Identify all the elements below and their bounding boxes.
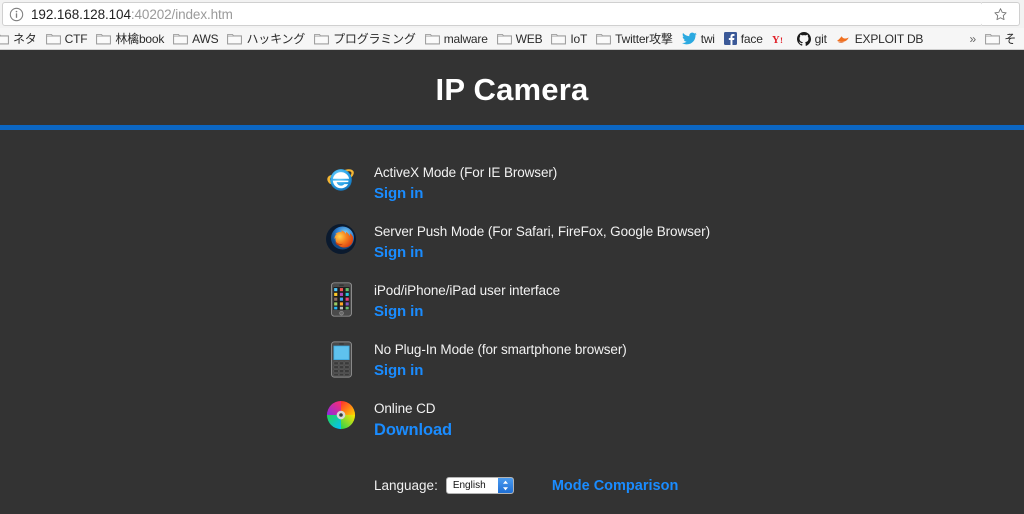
mode-row-activex: ActiveX Mode (For IE Browser) Sign in xyxy=(322,162,1024,221)
ip-camera-page: IP Camera ActiveX Mode (For IE Browser) … xyxy=(0,50,1024,513)
mode-list: ActiveX Mode (For IE Browser) Sign in Se… xyxy=(0,130,1024,457)
svg-text:!: ! xyxy=(780,35,783,45)
svg-text:Y: Y xyxy=(772,35,780,45)
info-circle-icon[interactable] xyxy=(9,7,24,22)
yahoo-bookmark-icon-item[interactable]: Y ! xyxy=(769,29,794,49)
folder-icon xyxy=(551,32,567,45)
bookmark-item[interactable]: AWS xyxy=(170,29,224,49)
cd-disc-icon xyxy=(322,398,360,430)
mode-text: ActiveX Mode (For IE Browser) Sign in xyxy=(374,162,557,202)
bookmark-label: ネタ xyxy=(13,32,37,46)
folder-icon xyxy=(173,32,189,45)
folder-icon xyxy=(424,32,440,45)
bookmark-item[interactable]: WEB xyxy=(494,29,549,49)
bookmark-item[interactable]: Twitter攻撃 xyxy=(593,29,679,49)
bookmark-label: twi xyxy=(700,31,715,46)
language-select[interactable]: English xyxy=(445,477,514,494)
bookmarks-overflow-button[interactable]: » xyxy=(964,32,983,46)
twitter-icon xyxy=(681,32,697,45)
bookmark-item[interactable]: ネタ xyxy=(0,29,43,49)
bookmark-label: WEB xyxy=(515,31,543,46)
folder-icon xyxy=(496,32,512,45)
mode-text: iPod/iPhone/iPad user interface Sign in xyxy=(374,280,560,320)
other-bookmarks-item[interactable]: そ xyxy=(982,29,1022,49)
bookmark-item[interactable]: ハッキング xyxy=(224,29,311,49)
bookmark-label: 林檎book xyxy=(115,32,165,46)
address-bar-url: 192.168.128.104:40202/index.htm xyxy=(31,7,233,22)
bookmark-label: ハッキング xyxy=(246,32,306,46)
bookmarks-overflow: » そ xyxy=(964,29,1024,49)
mode-text: Server Push Mode (For Safari, FireFox, G… xyxy=(374,221,710,261)
bookmark-label: face xyxy=(740,31,763,46)
address-bar[interactable]: 192.168.128.104:40202/index.htm xyxy=(2,2,983,26)
browser-chrome: 192.168.128.104:40202/index.htm ネタ CTF 林… xyxy=(0,0,1024,50)
mode-description: ActiveX Mode (For IE Browser) xyxy=(374,165,558,180)
address-bar-host: 192.168.128.104 xyxy=(31,6,131,22)
folder-icon xyxy=(596,32,611,45)
bookmark-label: IoT xyxy=(570,31,588,46)
bookmark-label: AWS xyxy=(192,31,219,46)
bookmark-star-button[interactable] xyxy=(982,2,1020,26)
bookmark-item[interactable]: プログラミング xyxy=(311,29,422,49)
mode-row-online-cd: Online CD Download xyxy=(322,398,1024,457)
bookmark-label: Twitter攻撃 xyxy=(615,32,673,46)
bookmark-label: CTF xyxy=(64,31,88,46)
other-bookmarks-label: そ xyxy=(1004,32,1016,46)
mode-description: Online CD xyxy=(374,401,436,416)
download-link[interactable]: Download xyxy=(374,421,452,440)
mode-row-ios: iPod/iPhone/iPad user interface Sign in xyxy=(322,280,1024,339)
sign-in-link-no-plugin[interactable]: Sign in xyxy=(374,362,627,379)
iphone-icon xyxy=(322,280,360,317)
mode-row-no-plugin: No Plug-In Mode (for smartphone browser)… xyxy=(322,339,1024,398)
bookmark-item[interactable]: git xyxy=(794,29,833,49)
bookmark-item[interactable]: EXPLOIT DB xyxy=(833,29,929,49)
mode-description: iPod/iPhone/iPad user interface xyxy=(374,283,561,298)
folder-icon xyxy=(227,32,243,45)
bookmark-label: malware xyxy=(443,31,488,46)
bookmark-star-icon xyxy=(994,7,1007,20)
sign-in-link-ios[interactable]: Sign in xyxy=(374,303,560,320)
mode-description: Server Push Mode (For Safari, FireFox, G… xyxy=(374,224,710,239)
address-bar-path: :40202/index.htm xyxy=(130,6,233,22)
bookmark-label: git xyxy=(814,31,827,46)
page-title: IP Camera xyxy=(435,72,589,107)
language-label: Language: xyxy=(374,478,438,493)
facebook-icon xyxy=(723,32,737,45)
bookmark-label: EXPLOIT DB xyxy=(854,31,924,46)
folder-icon xyxy=(0,32,9,45)
bookmark-label: プログラミング xyxy=(333,32,416,46)
mode-description: No Plug-In Mode (for smartphone browser) xyxy=(374,342,627,357)
bookmark-item[interactable]: CTF xyxy=(43,29,94,49)
folder-icon xyxy=(314,32,329,45)
sign-in-link-activex[interactable]: Sign in xyxy=(374,185,557,202)
bookmark-item[interactable]: face xyxy=(721,29,769,49)
sign-in-link-server-push[interactable]: Sign in xyxy=(374,244,710,261)
mode-text: No Plug-In Mode (for smartphone browser)… xyxy=(374,339,627,379)
folder-icon xyxy=(45,32,61,45)
mode-text: Online CD Download xyxy=(374,398,452,440)
firefox-icon xyxy=(322,221,360,255)
bookmark-item[interactable]: 林檎book xyxy=(93,29,170,49)
mode-row-server-push: Server Push Mode (For Safari, FireFox, G… xyxy=(322,221,1024,280)
bookmarks-bar: ネタ CTF 林檎book AWS ハッキング プログラミング malware … xyxy=(0,28,1024,50)
bookmark-item[interactable]: IoT xyxy=(548,29,593,49)
bookmark-item[interactable]: twi xyxy=(679,29,721,49)
yahoo-icon: Y ! xyxy=(772,33,788,45)
omnibox-row: 192.168.128.104:40202/index.htm xyxy=(0,0,1024,28)
language-selected-value: English xyxy=(452,480,486,491)
language-row: Language: English Mode Comparison xyxy=(0,477,1024,494)
folder-icon xyxy=(96,32,112,45)
folder-icon xyxy=(985,32,1001,45)
exploitdb-icon xyxy=(836,33,851,45)
updown-chevron-icon[interactable] xyxy=(497,478,513,493)
mode-comparison-link[interactable]: Mode Comparison xyxy=(552,478,678,494)
bookmark-item[interactable]: malware xyxy=(422,29,494,49)
internet-explorer-icon xyxy=(322,162,360,194)
smartphone-icon xyxy=(322,339,360,378)
github-icon xyxy=(796,31,811,46)
